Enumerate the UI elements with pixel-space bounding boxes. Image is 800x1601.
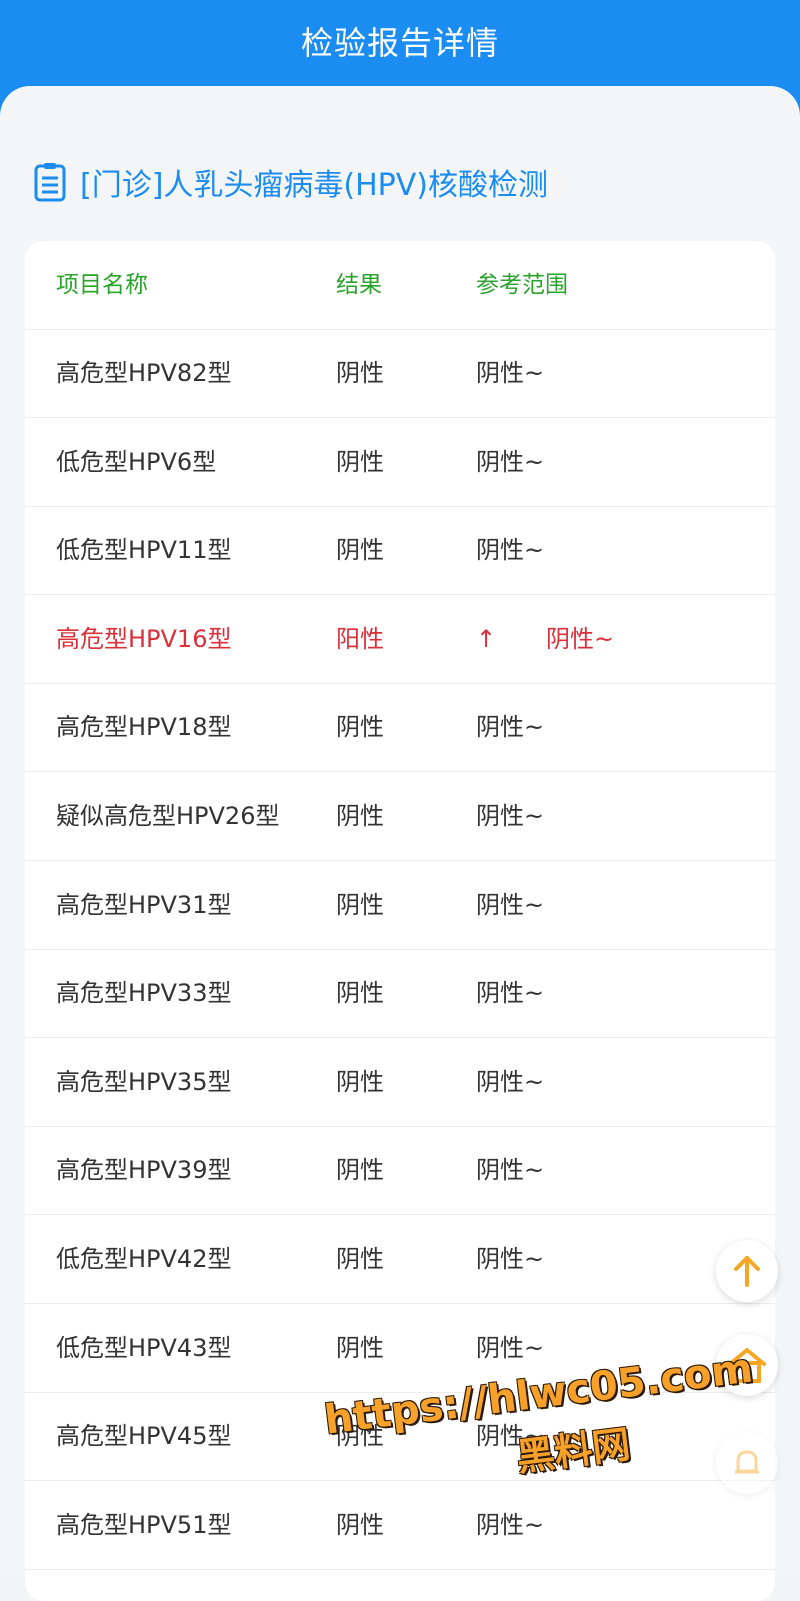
table-row: 低危型HPV11型 阴性 阴性~ (25, 506, 775, 595)
item-result: 阴性 (336, 448, 384, 476)
table-header-row: 项目名称 结果 参考范围 (25, 241, 775, 330)
table-row: 低危型HPV6型 阴性 阴性~ (25, 418, 775, 507)
item-name: 高危型HPV45型 (56, 1422, 232, 1450)
item-result: 阴性 (336, 713, 384, 741)
abnormal-flag-icon: ↑ (476, 625, 497, 653)
item-name: 高危型HPV51型 (56, 1511, 232, 1539)
item-name: 高危型HPV39型 (56, 1156, 232, 1184)
document-icon (34, 163, 66, 202)
item-result: 阴性 (336, 802, 384, 830)
item-result: 阴性 (336, 1156, 384, 1184)
table-row: 高危型HPV31型 阴性 阴性~ (25, 861, 775, 950)
item-reference-range: 阴性~ (476, 1156, 545, 1184)
column-header-item: 项目名称 (56, 272, 148, 298)
item-name: 疑似高危型HPV26型 (56, 802, 280, 830)
item-name: 高危型HPV33型 (56, 979, 232, 1007)
table-row: 高危型HPV82型 阴性 阴性~ (25, 329, 775, 418)
item-reference-range: 阴性~ (476, 1245, 545, 1273)
table-row: 低危型HPV42型 阴性 阴性~ (25, 1215, 775, 1304)
item-name: 低危型HPV43型 (56, 1334, 232, 1362)
item-result: 阴性 (336, 1334, 384, 1362)
item-name: 高危型HPV18型 (56, 713, 232, 741)
item-reference-range: 阴性~ (476, 536, 545, 564)
item-name: 高危型HPV16型 (56, 625, 232, 653)
table-row: 高危型HPV35型 阴性 阴性~ (25, 1038, 775, 1127)
item-name: 低危型HPV42型 (56, 1245, 232, 1273)
column-header-result: 结果 (336, 272, 382, 298)
item-reference-range: 阴性~ (476, 359, 545, 387)
table-row: 高危型HPV33型 阴性 阴性~ (25, 949, 775, 1038)
item-name: 高危型HPV31型 (56, 891, 232, 919)
scroll-top-button[interactable] (716, 1240, 778, 1302)
item-reference-range: 阴性~ (476, 891, 545, 919)
item-result: 阴性 (336, 1068, 384, 1096)
table-row-abnormal: 高危型HPV16型 阳性 ↑ 阴性~ (25, 595, 775, 684)
item-result: 阴性 (336, 536, 384, 564)
item-name: 低危型HPV11型 (56, 536, 232, 564)
item-reference-range: 阴性~ (476, 979, 545, 1007)
item-name: 高危型HPV82型 (56, 359, 232, 387)
item-reference-range: 阴性~ (476, 448, 545, 476)
report-title: [门诊]人乳头瘤病毒(HPV)核酸检测 (80, 168, 548, 203)
page-title: 检验报告详情 (300, 24, 499, 62)
item-reference-range: 阴性~ (476, 1068, 545, 1096)
item-result: 阴性 (336, 359, 384, 387)
item-reference-range: 阴性~ (546, 625, 615, 653)
item-name: 高危型HPV35型 (56, 1068, 232, 1096)
table-row: 高危型HPV39型 阴性 阴性~ (25, 1126, 775, 1215)
arrow-up-icon (734, 1256, 760, 1287)
column-header-range: 参考范围 (476, 272, 568, 298)
item-result: 阴性 (336, 1245, 384, 1273)
item-reference-range: 阴性~ (476, 713, 545, 741)
table-row: 疑似高危型HPV26型 阴性 阴性~ (25, 772, 775, 861)
item-name: 低危型HPV6型 (56, 448, 217, 476)
table-row: 高危型HPV18型 阴性 阴性~ (25, 683, 775, 772)
item-result: 阴性 (336, 891, 384, 919)
item-reference-range: 阴性~ (476, 802, 545, 830)
item-result: 阳性 (336, 625, 384, 653)
item-result: 阴性 (336, 979, 384, 1007)
report-section-header: [门诊]人乳头瘤病毒(HPV)核酸检测 (34, 158, 548, 206)
